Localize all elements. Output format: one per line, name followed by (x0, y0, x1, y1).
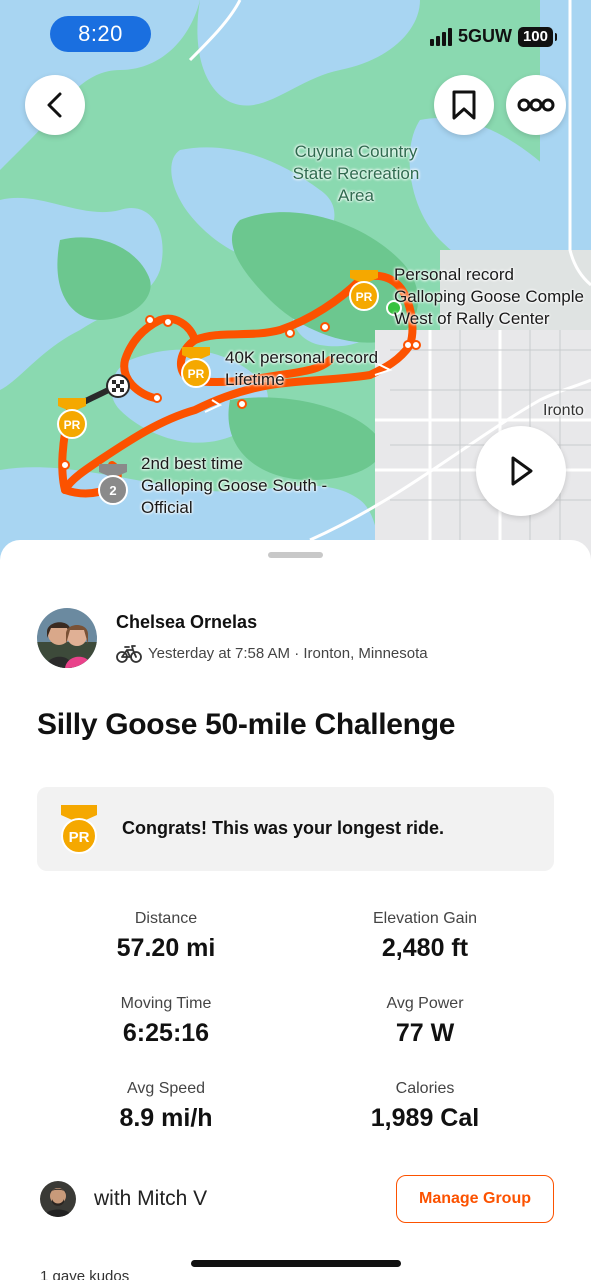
segment-label-line: 40K personal record (225, 348, 379, 367)
area-label-line: Area (338, 186, 374, 205)
stat-value: 57.20 mi (116, 934, 216, 962)
group-member-avatar[interactable] (40, 1181, 76, 1217)
stat-calories: Calories 1,989 Cal (305, 1080, 545, 1133)
stat-label: Elevation Gain (372, 910, 478, 927)
activity-map[interactable]: 8:20 5GUW 100 Cuyuna Country State Recre… (0, 0, 591, 560)
pr-medal-icon: PR (61, 805, 97, 854)
pr-medal-icon[interactable]: PR (178, 345, 214, 389)
segment-label-second-best[interactable]: 2nd best time Galloping Goose South - Of… (141, 453, 327, 519)
area-label: Cuyuna Country State Recreation Area (270, 141, 442, 207)
stat-moving-time: Moving Time 6:25:16 (46, 995, 286, 1048)
pr-medal-icon[interactable]: PR (346, 268, 382, 312)
home-indicator[interactable] (191, 1260, 401, 1267)
activity-time-location: Yesterday at 7:58 AM · Ironton, Minnesot… (148, 644, 428, 662)
signal-icon (429, 27, 452, 46)
segment-label-line: West of Rally Center (394, 309, 550, 328)
back-button[interactable] (25, 75, 85, 135)
status-indicators: 5GUW 100 (429, 26, 558, 47)
bookmark-button[interactable] (434, 75, 494, 135)
segment-label-line: Galloping Goose Comple (394, 287, 584, 306)
sheet-drag-handle[interactable] (268, 552, 323, 558)
segment-label-line: Galloping Goose South - (141, 476, 328, 495)
battery-icon: 100 (517, 26, 558, 47)
segment-label-line: Personal record (394, 265, 515, 284)
play-flyover-button[interactable] (476, 426, 566, 516)
stat-label: Calories (395, 1080, 455, 1097)
pr-medal-icon[interactable]: PR (54, 396, 90, 440)
athlete-avatar[interactable] (37, 608, 97, 668)
stat-value: 1,989 Cal (370, 1104, 480, 1132)
more-options-button[interactable] (506, 75, 566, 135)
activity-title: Silly Goose 50-mile Challenge (37, 708, 456, 741)
achievement-banner[interactable]: PR Congrats! This was your longest ride. (37, 787, 554, 871)
area-label-line: Cuyuna Country (294, 142, 418, 161)
play-icon (511, 456, 533, 486)
segment-label-40k-pr[interactable]: 40K personal record Lifetime (225, 347, 378, 391)
battery-level: 100 (522, 27, 548, 45)
stat-avg-speed: Avg Speed 8.9 mi/h (46, 1080, 286, 1133)
segment-label-line: Official (141, 498, 193, 517)
stat-elevation-gain: Elevation Gain 2,480 ft (305, 910, 545, 963)
bookmark-icon (452, 90, 476, 120)
bike-icon (116, 645, 142, 663)
badge-text: PR (356, 290, 373, 304)
avatar-photo (40, 1181, 76, 1217)
stat-value: 6:25:16 (122, 1019, 210, 1047)
badge-text: PR (64, 418, 81, 432)
badge-text: PR (188, 367, 205, 381)
stat-label: Avg Power (386, 995, 464, 1012)
stat-distance: Distance 57.20 mi (46, 910, 286, 963)
town-label: Ironto (543, 402, 584, 419)
stat-label: Avg Speed (127, 1080, 205, 1097)
stat-value: 8.9 mi/h (119, 1104, 213, 1132)
stat-label: Moving Time (120, 995, 212, 1012)
achievement-text: Congrats! This was your longest ride. (122, 818, 445, 838)
segment-label-line: Lifetime (225, 370, 285, 389)
group-with-text[interactable]: with Mitch V (94, 1187, 207, 1211)
stat-avg-power: Avg Power 77 W (305, 995, 545, 1048)
segment-label-galloping-goose-pr[interactable]: Personal record Galloping Goose Comple W… (394, 264, 584, 330)
chevron-left-icon (47, 92, 62, 118)
badge-text: 2 (109, 483, 116, 498)
stat-label: Distance (134, 910, 198, 927)
area-label-line: State Recreation (292, 164, 420, 183)
manage-group-button[interactable]: Manage Group (396, 1175, 554, 1223)
second-place-medal-icon[interactable]: 2 (95, 462, 131, 506)
segment-label-line: 2nd best time (141, 454, 244, 473)
kudos-text[interactable]: 1 gave kudos (40, 1268, 129, 1280)
network-type: 5GUW (457, 26, 512, 46)
stat-value: 77 W (395, 1019, 455, 1047)
badge-text: PR (69, 829, 90, 846)
stat-value: 2,480 ft (381, 934, 469, 962)
athlete-name[interactable]: Chelsea Ornelas (116, 612, 257, 633)
more-dots-icon (517, 98, 555, 112)
activity-sheet: Chelsea Ornelas Yesterday at 7:58 AM · I… (0, 540, 591, 1280)
avatar-photo (37, 608, 97, 668)
status-time: 8:20 (50, 16, 151, 52)
activity-meta: Yesterday at 7:58 AM · Ironton, Minnesot… (116, 643, 428, 663)
